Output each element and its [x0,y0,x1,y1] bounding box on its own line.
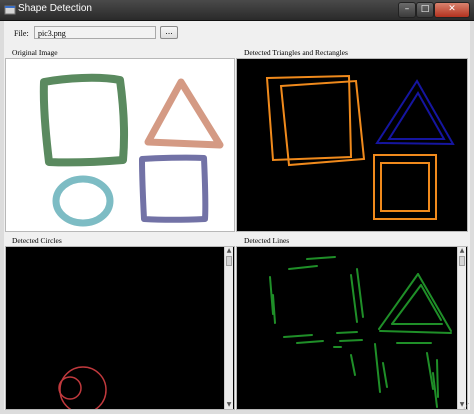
triangles-rectangles-label: Detected Triangles and Rectangles [244,48,348,57]
detected-line [336,331,358,334]
detected-line [350,354,356,376]
teal-circle-shape [52,175,114,227]
detected-line [417,273,452,332]
lines-label: Detected Lines [244,236,290,245]
app-icon [4,5,16,15]
minimize-button[interactable]: – [398,2,416,18]
detected-line [350,274,358,323]
purple-square-shape [139,154,209,223]
detected-square-outer [373,154,437,220]
detected-circle-outer [59,366,107,409]
detected-triangle-inner [387,91,446,140]
scroll-thumb[interactable] [226,256,232,266]
salmon-triangle-shape [144,78,224,149]
circles-label: Detected Circles [12,236,62,245]
original-image-panel [5,58,235,232]
circles-image [58,366,107,409]
file-label: File: [14,29,29,38]
scroll-down-arrow-icon[interactable]: ▼ [225,401,233,409]
detected-line [420,284,442,321]
browse-button[interactable]: ... [160,26,178,39]
lines-image [269,256,452,408]
scroll-up-arrow-icon[interactable]: ▲ [225,247,233,255]
green-square-shape [39,73,128,167]
circles-scrollbar[interactable]: ▲ ▼ [224,247,233,409]
scroll-up-arrow-icon[interactable]: ▲ [458,247,466,255]
maximize-button[interactable]: □ [416,2,434,18]
original-image [39,73,224,227]
detected-line [374,343,381,393]
triangles-rectangles-image [265,74,455,220]
resize-grip-icon[interactable]: ⋰ [460,402,470,410]
detected-line [426,352,434,390]
detected-line [288,265,318,270]
detected-line [272,294,276,324]
close-button[interactable]: ✕ [434,2,470,18]
detected-line [432,372,438,408]
detected-line [382,362,388,388]
detected-line [356,268,364,318]
lines-scrollbar[interactable]: ▲ ▼ [457,247,466,409]
detected-rectangle-outer [265,74,353,162]
title-bar[interactable]: Shape Detection – □ ✕ [0,0,474,21]
window-title: Shape Detection [18,3,92,14]
detected-circle-inner [58,376,82,400]
detected-line [379,330,452,334]
detected-line [306,256,336,260]
detected-lines-group [269,256,452,408]
scroll-thumb[interactable] [459,256,465,266]
detected-line [378,273,419,330]
detected-line [283,334,313,338]
detected-line [436,359,439,398]
main-window-client: File: pic3.png ... Original Image Detect… [4,21,470,410]
circles-panel: ▲ ▼ [5,246,235,410]
lines-panel: ▲ ▼ [236,246,468,410]
triangles-rectangles-panel [236,58,468,232]
detected-square-inner [380,162,430,212]
file-path-field[interactable]: pic3.png [34,26,156,39]
detected-line [296,340,324,344]
original-image-label: Original Image [12,48,58,57]
detected-line [339,339,363,342]
